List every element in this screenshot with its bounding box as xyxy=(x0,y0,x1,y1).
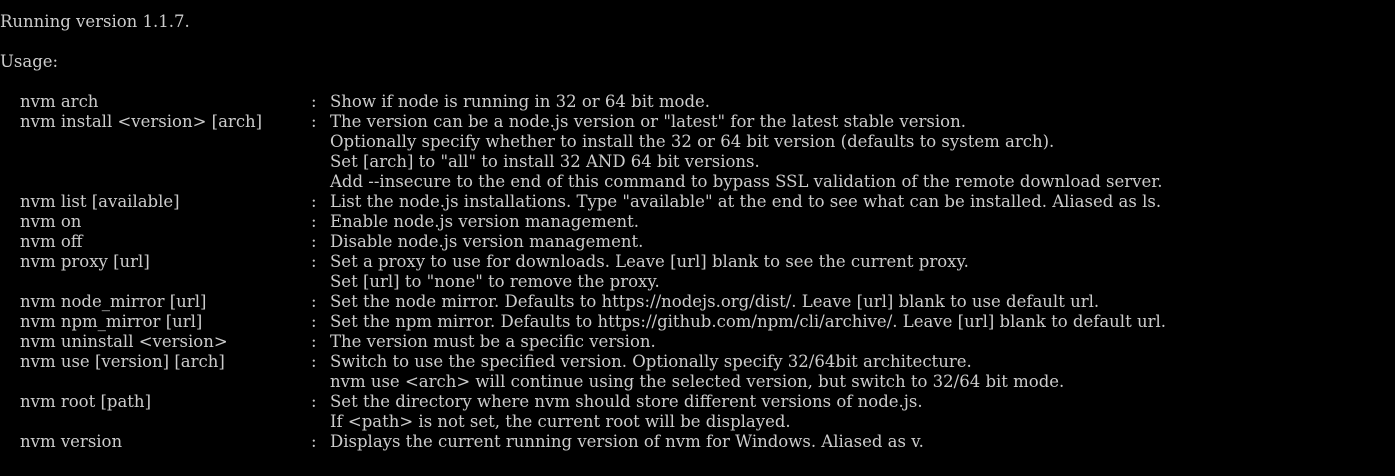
command-continuation-row: Set [arch] to "all" to install 32 AND 64… xyxy=(0,152,1395,172)
command-description: The version must be a specific version. xyxy=(330,332,656,351)
command-separator: : xyxy=(311,392,317,411)
command-continuation-row: Optionally specify whether to install th… xyxy=(0,132,1395,152)
command-row: nvm version: Displays the current running… xyxy=(0,432,1395,452)
command-continuation-row: Set [url] to "none" to remove the proxy. xyxy=(0,272,1395,292)
command-description: Displays the current running version of … xyxy=(330,432,924,451)
command-description: Disable node.js version management. xyxy=(330,232,644,251)
command-continuation-row: nvm use <arch> will continue using the s… xyxy=(0,372,1395,392)
command-separator: : xyxy=(311,112,317,131)
command-name: nvm on xyxy=(20,212,82,231)
command-row: nvm node_mirror [url]: Set the node mirro… xyxy=(0,292,1395,312)
command-separator: : xyxy=(311,212,317,231)
command-separator: : xyxy=(311,432,317,451)
command-name: nvm use [version] [arch] xyxy=(20,352,225,371)
command-description: Enable node.js version management. xyxy=(330,212,640,231)
command-description: Optionally specify whether to install th… xyxy=(330,132,1055,151)
command-description: Set the node mirror. Defaults to https:/… xyxy=(330,292,1100,311)
command-name: nvm npm_mirror [url] xyxy=(20,312,203,331)
command-row: nvm on: Enable node.js version management… xyxy=(0,212,1395,232)
command-separator: : xyxy=(311,312,317,331)
command-row: nvm arch: Show if node is running in 32 o… xyxy=(0,92,1395,112)
command-row: nvm list [available]: List the node.js in… xyxy=(0,192,1395,212)
command-description: Set the npm mirror. Defaults to https://… xyxy=(330,312,1166,331)
terminal-window[interactable]: Running version 1.1.7. Usage: nvm arch: S… xyxy=(0,0,1395,476)
command-row: nvm use [version] [arch]: Switch to use t… xyxy=(0,352,1395,372)
command-name: nvm node_mirror [url] xyxy=(20,292,207,311)
command-description: Add --insecure to the end of this comman… xyxy=(330,172,1163,191)
command-description: If <path> is not set, the current root w… xyxy=(330,412,791,431)
command-separator: : xyxy=(311,232,317,251)
command-name: nvm uninstall <version> xyxy=(20,332,228,351)
command-description: Set a proxy to use for downloads. Leave … xyxy=(330,252,969,271)
command-row: nvm install <version> [arch]: The version… xyxy=(0,112,1395,132)
command-separator: : xyxy=(311,352,317,371)
command-row: nvm uninstall <version>: The version must… xyxy=(0,332,1395,352)
command-row: nvm off: Disable node.js version manageme… xyxy=(0,232,1395,252)
command-name: nvm root [path] xyxy=(20,392,152,411)
command-description: nvm use <arch> will continue using the s… xyxy=(330,372,1065,391)
command-separator: : xyxy=(311,292,317,311)
command-name: nvm proxy [url] xyxy=(20,252,150,271)
usage-label: Usage: xyxy=(0,52,59,71)
command-description: Set the directory where nvm should store… xyxy=(330,392,923,411)
command-list: nvm arch: Show if node is running in 32 o… xyxy=(0,92,1395,452)
command-separator: : xyxy=(311,92,317,111)
command-continuation-row: If <path> is not set, the current root w… xyxy=(0,412,1395,432)
command-name: nvm arch xyxy=(20,92,99,111)
command-description: Switch to use the specified version. Opt… xyxy=(330,352,972,371)
command-description: Show if node is running in 32 or 64 bit … xyxy=(330,92,711,111)
command-row: nvm root [path]: Set the directory where … xyxy=(0,392,1395,412)
command-name: nvm off xyxy=(20,232,83,251)
command-name: nvm list [available] xyxy=(20,192,180,211)
command-separator: : xyxy=(311,332,317,351)
command-description: Set [url] to "none" to remove the proxy. xyxy=(330,272,660,291)
command-description: Set [arch] to "all" to install 32 AND 64… xyxy=(330,152,760,171)
version-line: Running version 1.1.7. xyxy=(0,12,190,31)
command-continuation-row: Add --insecure to the end of this comman… xyxy=(0,172,1395,192)
command-name: nvm version xyxy=(20,432,123,451)
command-row: nvm proxy [url]: Set a proxy to use for d… xyxy=(0,252,1395,272)
command-row: nvm npm_mirror [url]: Set the npm mirror.… xyxy=(0,312,1395,332)
command-separator: : xyxy=(311,252,317,271)
command-name: nvm install <version> [arch] xyxy=(20,112,263,131)
command-description: List the node.js installations. Type "av… xyxy=(330,192,1162,211)
command-description: The version can be a node.js version or … xyxy=(330,112,966,131)
command-separator: : xyxy=(311,192,317,211)
